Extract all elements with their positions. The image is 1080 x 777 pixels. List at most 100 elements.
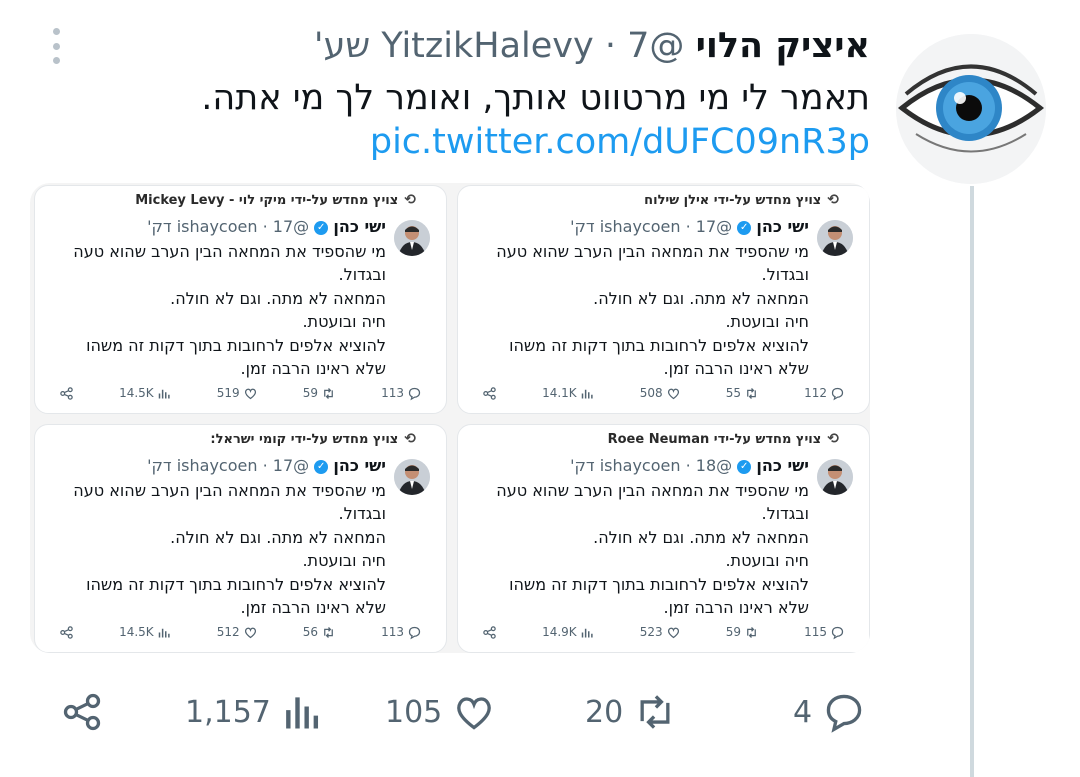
card-share	[59, 386, 74, 401]
like-button[interactable]: 105	[385, 682, 496, 742]
retweet-icon	[747, 626, 756, 638]
card-line: חיה ובועטת.	[302, 551, 386, 571]
card-stats: 14.5K 519 59 113	[59, 383, 422, 403]
card-line: המחאה לא מתה. וגם לא חולה.	[593, 527, 809, 547]
tweet-action-bar: 1,157 105 20 4	[60, 682, 880, 742]
card-retweets-count: 56	[302, 625, 319, 639]
card-line: להוציא אלפים לרחובות בתוך דקות זה משהו	[509, 574, 809, 594]
card-line: ובגדול.	[761, 265, 809, 285]
card-line: המחאה לא מתה. וגם לא חולה.	[170, 288, 386, 308]
retweet-icon: ⟲	[404, 431, 416, 447]
author-name[interactable]: איציק הלוי	[696, 26, 870, 66]
more-options-icon[interactable]	[46, 28, 66, 64]
card-line: חיה ובועטת.	[725, 551, 809, 571]
tweet-media-link[interactable]: pic.twitter.com/dUFC09nR3p	[370, 122, 870, 162]
card-likes-count: 508	[639, 386, 663, 400]
card-views: 14.5K	[119, 625, 172, 640]
retweet-icon: ⟲	[404, 192, 416, 208]
retweet-header: ⟲ צויץ מחדש על-ידי Roee Neuman	[608, 431, 839, 447]
card-replies: 113	[381, 625, 422, 640]
card-views-count: 14.5K	[119, 386, 154, 400]
retweet-icon: ⟲	[827, 192, 839, 208]
retweet-header: ⟲ צויץ מחדש על-ידי אילן שילוח	[644, 192, 839, 208]
card-avatar	[394, 459, 430, 495]
reply-icon	[831, 626, 844, 639]
card-line: מי שהספיד את המחאה הבין הערב שהוא טעה	[496, 242, 809, 261]
views-icon	[286, 697, 318, 729]
card-likes-count: 519	[216, 386, 240, 400]
card-likes: 519	[217, 386, 258, 401]
views-count: 1,157	[185, 694, 271, 730]
card-line: שלא ראינו הרבה זמן.	[240, 598, 387, 618]
card-line: חיה ובועטת.	[725, 312, 809, 332]
separator-dot: ·	[604, 26, 616, 66]
card-line: ובגדול.	[338, 504, 386, 524]
card-likes: 508	[640, 386, 681, 401]
retweet-button[interactable]: 20	[585, 682, 677, 742]
like-icon	[244, 627, 256, 638]
card-likes-count: 512	[216, 625, 240, 639]
views-button[interactable]: 1,157	[185, 682, 325, 742]
card-replies: 115	[804, 625, 845, 640]
card-retweets-count: 59	[725, 625, 742, 639]
card-line: שלא ראינו הרבה זמן.	[663, 359, 810, 379]
card-text: מי שהספיד את המחאה הבין הערב שהוא טעה וב…	[469, 240, 809, 380]
reply-icon	[408, 626, 421, 639]
card-line: ובגדול.	[338, 265, 386, 285]
card-line: שלא ראינו הרבה זמן.	[663, 598, 810, 618]
card-text: מי שהספיד את המחאה הבין הערב שהוא טעה וב…	[46, 240, 386, 380]
card-author-name: ישי כהן	[756, 217, 809, 236]
card-line: להוציא אלפים לרחובות בתוך דקות זה משהו	[86, 335, 386, 355]
like-icon	[667, 627, 679, 638]
author-avatar[interactable]	[896, 34, 1046, 184]
tweet-image[interactable]: ⟲ צויץ מחדש על-ידי אילן שילוח ישי כהן ✓ …	[30, 183, 870, 653]
card-share	[59, 625, 74, 640]
card-retweets: 59	[726, 625, 759, 640]
like-icon	[244, 388, 256, 399]
card-header: ישי כהן ✓ @ishaycoen · 17 דק'	[147, 456, 386, 475]
card-stats: 14.1K 508 55 112	[482, 383, 845, 403]
card-avatar	[394, 220, 430, 256]
card-text: מי שהספיד את המחאה הבין הערב שהוא טעה וב…	[469, 479, 809, 619]
reply-icon	[826, 694, 862, 733]
card-replies: 113	[381, 386, 422, 401]
like-icon	[457, 697, 492, 730]
card-author-name: ישי כהן	[756, 456, 809, 475]
retweeted-by: צויץ מחדש על-ידי מיקי לוי - Mickey Levy	[135, 192, 399, 208]
card-replies-count: 112	[804, 386, 827, 400]
replies-count: 4	[793, 694, 813, 730]
card-retweets: 56	[303, 625, 336, 640]
share-icon	[60, 625, 73, 639]
card-replies-count: 113	[381, 625, 404, 639]
likes-count: 105	[385, 694, 443, 730]
views-icon	[158, 389, 170, 398]
share-icon	[483, 625, 496, 639]
retweet-icon	[324, 626, 333, 638]
card-line: ובגדול.	[761, 504, 809, 524]
card-retweets: 55	[726, 386, 759, 401]
card-line: מי שהספיד את המחאה הבין הערב שהוא טעה	[73, 481, 386, 500]
card-line: המחאה לא מתה. וגם לא חולה.	[170, 527, 386, 547]
card-views-count: 14.1K	[542, 386, 577, 400]
share-button[interactable]	[60, 682, 104, 742]
card-replies: 112	[804, 386, 845, 401]
card-views-count: 14.9K	[542, 625, 577, 639]
card-views: 14.1K	[542, 386, 595, 401]
card-header: ישי כהן ✓ @ishaycoen · 18 דק'	[570, 456, 809, 475]
card-likes: 523	[640, 625, 681, 640]
reply-button[interactable]: 4	[793, 682, 866, 742]
tweet-header: איציק הלוי @YitzikHalevy · 7 שע'	[314, 26, 870, 66]
verified-icon: ✓	[314, 459, 329, 474]
card-author-name: ישי כהן	[333, 217, 386, 236]
retweet-card: ⟲ צויץ מחדש על-ידי אילן שילוח ישי כהן ✓ …	[457, 185, 870, 414]
card-line: מי שהספיד את המחאה הבין הערב שהוא טעה	[496, 481, 809, 500]
thread-line	[970, 186, 974, 777]
card-share	[482, 625, 497, 640]
card-line: שלא ראינו הרבה זמן.	[240, 359, 387, 379]
share-icon	[483, 386, 496, 400]
retweeted-by: צויץ מחדש על-ידי אילן שילוח	[644, 192, 822, 208]
card-author-name: ישי כהן	[333, 456, 386, 475]
card-likes: 512	[217, 625, 258, 640]
card-replies-count: 115	[804, 625, 827, 639]
views-icon	[581, 628, 593, 637]
